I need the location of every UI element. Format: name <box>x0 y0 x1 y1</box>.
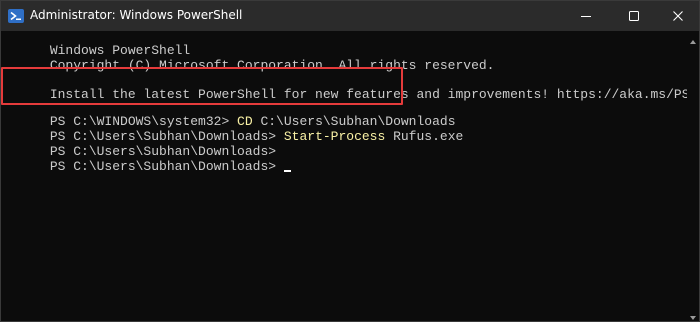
console-line: Install the latest PowerShell for new fe… <box>3 75 699 101</box>
minimize-button[interactable] <box>563 1 609 31</box>
scroll-down-arrow-icon[interactable] <box>689 309 697 320</box>
copyright-text: Copyright (C) Microsoft Corporation. All… <box>49 58 495 73</box>
console-line: Windows PowerShell <box>3 31 190 57</box>
console-line: PS C:\Users\Subhan\Downloads> Start-Proc… <box>3 117 463 143</box>
maximize-button[interactable] <box>611 1 657 31</box>
console-line: Copyright (C) Microsoft Corporation. All… <box>3 46 495 72</box>
window-title: Administrator: Windows PowerShell <box>30 8 243 22</box>
scrollbar[interactable] <box>687 31 699 321</box>
minimize-icon <box>581 16 591 17</box>
command: Start-Process <box>283 129 386 144</box>
text-cursor <box>284 170 292 172</box>
prompt: PS C:\Users\Subhan\Downloads> <box>49 159 277 174</box>
powershell-window: Administrator: Windows PowerShell Window… <box>0 0 700 322</box>
console-line: PS C:\Users\Subhan\Downloads> <box>3 132 276 158</box>
close-icon <box>673 11 683 21</box>
console-line: PS C:\WINDOWS\system32> CD C:\Users\Subh… <box>3 102 456 128</box>
title-bar[interactable]: Administrator: Windows PowerShell <box>1 1 699 31</box>
scroll-up-arrow-icon[interactable] <box>689 33 697 44</box>
command-args: Rufus.exe <box>385 129 464 144</box>
console-output[interactable]: Windows PowerShell Copyright (C) Microso… <box>1 31 699 321</box>
update-notice: Install the latest PowerShell for new fe… <box>49 87 700 102</box>
powershell-icon[interactable] <box>8 8 24 24</box>
console-line: PS C:\Users\Subhan\Downloads> <box>3 147 292 173</box>
maximize-icon <box>629 11 639 21</box>
close-button[interactable] <box>655 1 699 31</box>
